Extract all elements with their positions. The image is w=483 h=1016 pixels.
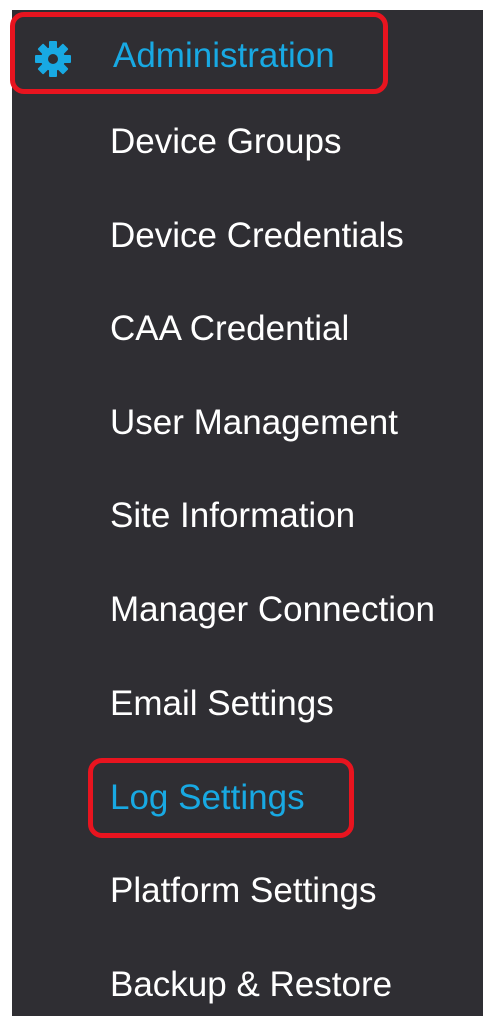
menu-item-site-information[interactable]: Site Information bbox=[110, 492, 355, 540]
menu-item-log-settings[interactable]: Log Settings bbox=[110, 774, 305, 822]
administration-label: Administration bbox=[113, 36, 335, 75]
gear-icon bbox=[35, 41, 71, 77]
menu-item-platform-settings[interactable]: Platform Settings bbox=[110, 867, 377, 915]
administration-menu-header[interactable]: Administration bbox=[10, 12, 388, 94]
menu-item-caa-credential[interactable]: CAA Credential bbox=[110, 305, 349, 353]
menu-item-device-groups[interactable]: Device Groups bbox=[110, 118, 341, 166]
menu-item-user-management[interactable]: User Management bbox=[110, 399, 398, 447]
menu-item-email-settings[interactable]: Email Settings bbox=[110, 680, 334, 728]
menu-item-backup-restore[interactable]: Backup & Restore bbox=[110, 961, 392, 1009]
menu-item-manager-connection[interactable]: Manager Connection bbox=[110, 586, 435, 634]
menu-item-device-credentials[interactable]: Device Credentials bbox=[110, 212, 404, 260]
